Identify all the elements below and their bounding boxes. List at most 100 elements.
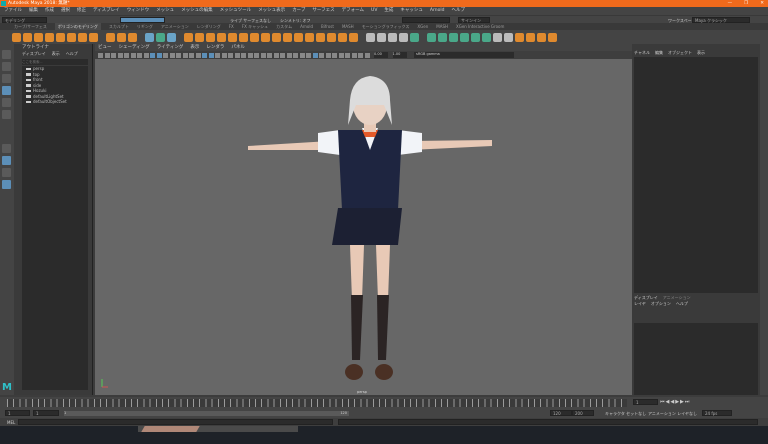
shelf-tool-icon[interactable]: [316, 32, 325, 42]
menu-item[interactable]: 修正: [77, 7, 86, 15]
channel-box-menu-edit[interactable]: 編集: [655, 50, 663, 56]
shelf-tab[interactable]: FX キャッシュ: [242, 23, 268, 30]
inner-start-field[interactable]: 1: [33, 410, 59, 416]
viewport-tool-icon[interactable]: [280, 52, 285, 58]
menu-item[interactable]: ウィンドウ: [127, 7, 150, 15]
viewport-tool-icon[interactable]: [202, 52, 207, 58]
select-tool-icon[interactable]: [2, 50, 11, 59]
outliner-menu-show[interactable]: 表示: [52, 51, 60, 57]
shelf-tab[interactable]: FX: [229, 23, 234, 30]
time-ticks[interactable]: [7, 399, 627, 407]
rotate-tool-icon[interactable]: [2, 98, 11, 107]
shelf-tool-icon[interactable]: [156, 32, 165, 42]
shelf-tool-icon[interactable]: [537, 32, 546, 42]
shelf-tool-icon[interactable]: [184, 32, 193, 42]
scale-tool-icon[interactable]: [2, 110, 11, 119]
viewport-tool-icon[interactable]: [351, 52, 357, 58]
viewport-tool-icon[interactable]: [169, 52, 175, 58]
shelf-tab[interactable]: Bifrost: [321, 23, 334, 30]
mel-label[interactable]: MEL: [7, 420, 15, 425]
viewport-far-field[interactable]: 1.00: [392, 52, 407, 58]
viewport-tool-icon[interactable]: [130, 52, 136, 58]
shelf-tool-icon[interactable]: [89, 32, 98, 42]
viewport-tool-icon[interactable]: [312, 52, 318, 58]
shelf-tool-icon[interactable]: [45, 32, 54, 42]
shelf-tool-icon[interactable]: [377, 32, 386, 42]
menu-item[interactable]: ヘルプ: [451, 7, 465, 15]
shelf-tool-icon[interactable]: [34, 32, 43, 42]
viewport-tool-icon[interactable]: [98, 52, 103, 58]
shelf-tab[interactable]: カスタム: [276, 23, 292, 30]
viewport-tool-icon[interactable]: [215, 52, 220, 58]
shelf-tool-icon[interactable]: [427, 32, 436, 42]
menu-item[interactable]: UV: [371, 7, 377, 15]
shelf-tool-icon[interactable]: [349, 32, 358, 42]
attribute-editor-side-tab[interactable]: [760, 44, 768, 395]
layout-icon[interactable]: [2, 168, 11, 177]
shelf-tool-icon[interactable]: [239, 32, 248, 42]
move-tool-icon[interactable]: [2, 86, 11, 95]
menu-item[interactable]: 作成: [45, 7, 54, 15]
shelf-tool-icon[interactable]: [250, 32, 259, 42]
outliner-menu-display[interactable]: ディスプレイ: [22, 51, 46, 57]
shelf-tool-icon[interactable]: [23, 32, 32, 42]
shelf-tool-icon[interactable]: [272, 32, 281, 42]
channel-box-menu-channels[interactable]: チャネル: [634, 50, 650, 56]
viewport-tool-icon[interactable]: [176, 52, 181, 58]
menu-item[interactable]: 編集: [29, 7, 38, 15]
current-frame-field[interactable]: 1: [633, 399, 658, 405]
shelf-tab[interactable]: アニメーション: [161, 23, 189, 30]
viewport-tool-icon[interactable]: [241, 52, 246, 58]
shelf-tab[interactable]: カーブ/サーフェス: [14, 23, 47, 30]
paint-select-icon[interactable]: [2, 74, 11, 83]
menu-item[interactable]: ディスプレイ: [93, 7, 120, 15]
shelf-tool-icon[interactable]: [195, 32, 204, 42]
outliner-layout-icon[interactable]: [2, 180, 11, 189]
viewport-menu-item[interactable]: ビュー: [98, 44, 112, 51]
viewport-3d[interactable]: persp: [95, 59, 632, 395]
shelf-tool-icon[interactable]: [305, 32, 314, 42]
viewport-tool-icon[interactable]: [124, 52, 129, 58]
viewport-tool-icon[interactable]: [150, 52, 155, 58]
layer-menu-help[interactable]: ヘルプ: [676, 301, 688, 307]
viewport-tool-icon[interactable]: [137, 52, 142, 58]
viewport-tool-icon[interactable]: [345, 52, 350, 58]
viewport-near-field[interactable]: 0.00: [374, 52, 388, 58]
shelf-tool-icon[interactable]: [366, 32, 375, 42]
viewport-tool-icon[interactable]: [117, 52, 123, 58]
shelf-tool-icon[interactable]: [206, 32, 215, 42]
shelf-tab[interactable]: リギング: [137, 23, 153, 30]
range-bar[interactable]: 1 120: [64, 411, 349, 416]
shelf-tool-icon[interactable]: [228, 32, 237, 42]
viewport-menu-item[interactable]: ライティング: [157, 44, 184, 51]
shelf-tool-icon[interactable]: [128, 32, 137, 42]
shelf-tool-icon[interactable]: [399, 32, 408, 42]
end-frame-field[interactable]: 120: [550, 410, 572, 416]
channel-box-menu-object[interactable]: オブジェクト: [668, 50, 692, 56]
menu-item[interactable]: キャッシュ: [400, 7, 423, 15]
lasso-tool-icon[interactable]: [2, 62, 11, 71]
start-frame-field[interactable]: 1: [5, 410, 30, 416]
viewport-tool-icon[interactable]: [104, 52, 110, 58]
menu-item[interactable]: メッシュの編集: [181, 7, 213, 15]
shelf-tool-icon[interactable]: [78, 32, 87, 42]
viewport-tool-icon[interactable]: [182, 52, 188, 58]
viewport-tool-icon[interactable]: [364, 52, 370, 58]
viewport-tool-icon[interactable]: [332, 52, 337, 58]
viewport-tool-icon[interactable]: [260, 52, 266, 58]
outliner-search-input[interactable]: [22, 59, 88, 65]
colorspace-select[interactable]: sRGB gamma: [414, 52, 514, 58]
viewport-tool-icon[interactable]: [111, 52, 116, 58]
viewport-menu-item[interactable]: パネル: [231, 44, 245, 51]
viewport-tool-icon[interactable]: [143, 52, 149, 58]
minimize-button[interactable]: —: [728, 0, 733, 7]
close-button[interactable]: ✕: [760, 0, 764, 7]
channel-box-menu-show[interactable]: 表示: [697, 50, 705, 56]
shelf-tool-icon[interactable]: [167, 32, 176, 42]
viewport-tool-icon[interactable]: [325, 52, 331, 58]
outer-end-field[interactable]: 200: [572, 410, 594, 416]
viewport-menu-item[interactable]: シェーディング: [119, 44, 150, 51]
viewport-tool-icon[interactable]: [208, 52, 214, 58]
shelf-tool-icon[interactable]: [410, 32, 419, 42]
viewport-tool-icon[interactable]: [234, 52, 240, 58]
